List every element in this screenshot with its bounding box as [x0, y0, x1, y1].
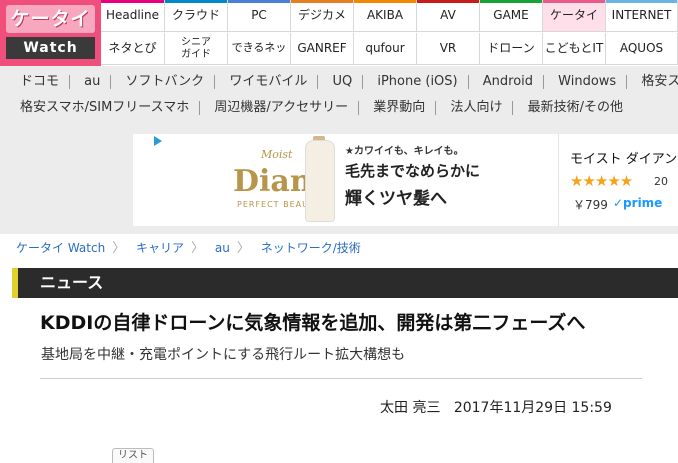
prime-badge: ✓prime	[613, 196, 663, 210]
ad-info-icon[interactable]	[153, 136, 167, 150]
carrier-link-sim-free[interactable]: 格安スマホ/SIMフリースマホ	[10, 96, 199, 120]
list-tab[interactable]: リスト	[112, 448, 154, 463]
ad-copy-2: 輝くツヤ髪へ	[345, 189, 447, 209]
nav-senior-guide[interactable]: シニア ガイド	[165, 33, 228, 65]
nav-label: ガイド	[181, 49, 211, 60]
carrier-link-android[interactable]: Android	[473, 70, 543, 94]
carrier-link-uq[interactable]: UQ	[322, 70, 362, 94]
breadcrumb-home[interactable]: ケータイ Watch	[16, 238, 105, 258]
article-byline: 太田 亮三 2017年11月29日 15:59	[380, 397, 612, 417]
carrier-link-budget[interactable]: 格安ス	[631, 70, 678, 94]
divider	[40, 378, 642, 379]
nav-label: GANREF	[297, 41, 347, 55]
nav-label: PC	[251, 8, 267, 22]
nav-game[interactable]: GAME	[480, 0, 543, 32]
logo-title: ケータイ	[6, 5, 95, 33]
nav-netatopi[interactable]: ネタとぴ	[101, 33, 165, 65]
nav-qufour[interactable]: qufour	[354, 33, 417, 65]
logo-subtitle: Watch	[6, 37, 95, 59]
nav-pc[interactable]: PC	[228, 0, 291, 32]
ad-review-count: 20	[654, 175, 668, 188]
nav-cloud[interactable]: クラウド	[165, 0, 228, 32]
nav-kodomo-it[interactable]: こどもとIT	[543, 33, 606, 65]
carrier-link-docomo[interactable]: ドコモ	[10, 70, 69, 94]
nav-label: シニア	[181, 37, 211, 48]
section-accent	[12, 268, 18, 298]
ad-product-name[interactable]: モイスト ダイアン	[570, 148, 677, 167]
site-logo[interactable]: ケータイ Watch	[0, 0, 101, 66]
nav-label: デジカメ	[297, 8, 346, 22]
carrier-nav: ドコモ au ソフトバンク ワイモバイル UQ iPhone (iOS) And…	[0, 66, 678, 124]
section-header: ニュース	[12, 268, 678, 298]
section-title: ニュース	[40, 273, 104, 292]
ad-copy-1: 毛先までなめらかに	[345, 162, 481, 180]
article-date: 2017年11月29日 15:59	[453, 400, 612, 416]
nav-label: ドローン	[487, 41, 535, 55]
nav-label: ネタとぴ	[108, 41, 157, 55]
nav-label: こどもとIT	[544, 41, 604, 55]
ad-script-text: Moist	[261, 148, 293, 161]
nav-akiba[interactable]: AKIBA	[354, 0, 417, 32]
chevron-right-icon: 〉	[191, 241, 205, 256]
breadcrumb-carrier[interactable]: キャリア	[136, 238, 184, 258]
nav-headline[interactable]: Headline	[101, 0, 165, 32]
nav-internet[interactable]: INTERNET	[606, 0, 678, 32]
nav-label: AQUOS	[619, 41, 664, 55]
breadcrumb-au[interactable]: au	[215, 238, 230, 258]
nav-ketai[interactable]: ケータイ	[543, 0, 606, 32]
nav-label: GAME	[493, 8, 529, 22]
article-title: KDDIの自律ドローンに気象情報を追加、開発は第二フェーズへ	[40, 312, 586, 334]
carrier-row-2: 格安スマホ/SIMフリースマホ 周辺機器/アクセサリー 業界動向 法人向け 最新…	[10, 96, 633, 120]
ad-banner[interactable]: Moist Diane PERFECT BEAUTY ★カワイイも、キレイも。 …	[133, 134, 678, 226]
category-nav: Headline クラウド PC デジカメ AKIBA AV GAME ケータイ…	[101, 0, 678, 84]
nav-label: AKIBA	[366, 8, 404, 22]
carrier-link-tech[interactable]: 最新技術/その他	[518, 96, 633, 120]
carrier-link-iphone[interactable]: iPhone (iOS)	[367, 70, 467, 94]
bottle-icon	[305, 140, 335, 222]
nav-drone[interactable]: ドローン	[480, 33, 543, 65]
carrier-link-business[interactable]: 法人向け	[440, 96, 512, 120]
carrier-link-accessories[interactable]: 周辺機器/アクセサリー	[204, 96, 358, 120]
rating-stars-icon: ★★★★★	[570, 172, 633, 190]
nav-aquos[interactable]: AQUOS	[606, 33, 678, 65]
nav-ganref[interactable]: GANREF	[291, 33, 354, 65]
ad-price: ￥799	[573, 198, 608, 212]
ad-tagline: ★カワイイも、キレイも。	[345, 146, 464, 157]
nav-label: Headline	[105, 8, 160, 22]
nav-dcamera[interactable]: デジカメ	[291, 0, 354, 32]
ad-divider	[558, 134, 559, 226]
nav-label: AV	[440, 8, 456, 22]
carrier-row-1: ドコモ au ソフトバンク ワイモバイル UQ iPhone (iOS) And…	[10, 70, 678, 94]
article-subtitle: 基地局を中継・充電ポイントにする飛行ルート拡大構想も	[41, 347, 406, 363]
nav-label: INTERNET	[611, 8, 672, 22]
breadcrumb-network[interactable]: ネットワーク/技術	[261, 238, 361, 258]
chevron-right-icon: 〉	[236, 241, 250, 256]
nav-label: VR	[439, 41, 457, 55]
carrier-link-windows[interactable]: Windows	[548, 70, 626, 94]
carrier-link-softbank[interactable]: ソフトバンク	[116, 70, 215, 94]
nav-label: クラウド	[171, 8, 220, 22]
carrier-link-au[interactable]: au	[74, 70, 110, 94]
carrier-link-ymobile[interactable]: ワイモバイル	[219, 70, 317, 94]
nav-vr[interactable]: VR	[417, 33, 480, 65]
article-author: 太田 亮三	[380, 400, 441, 416]
nav-dekiru-net[interactable]: できるネット	[228, 33, 291, 84]
breadcrumb: ケータイ Watch 〉 キャリア〉 au 〉 ネットワーク/技術	[16, 237, 361, 257]
carrier-link-industry[interactable]: 業界動向	[363, 96, 435, 120]
nav-av[interactable]: AV	[417, 0, 480, 32]
nav-label: ケータイ	[549, 8, 598, 22]
nav-label: qufour	[365, 41, 405, 55]
chevron-right-icon: 〉	[112, 241, 126, 256]
